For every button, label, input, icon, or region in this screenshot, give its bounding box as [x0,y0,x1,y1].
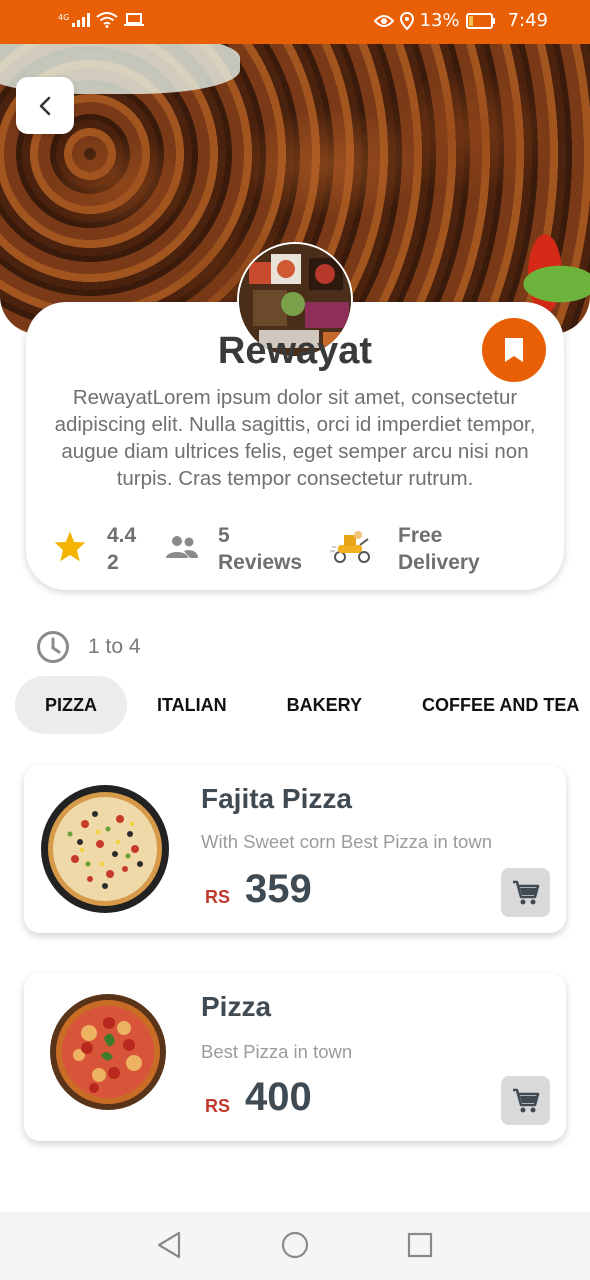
system-nav-bar [0,1212,590,1280]
product-name: Pizza [201,991,272,1022]
laptop-icon [124,13,145,26]
status-bar: 4G 13% 7:49 [0,0,590,44]
add-to-cart-button[interactable] [501,868,550,917]
status-right: 13% 7:49 [373,10,548,31]
battery-icon [465,12,495,29]
back-button[interactable] [16,77,74,134]
rating-value: 4.4 2 [107,524,137,574]
add-to-cart-button[interactable] [501,1076,550,1125]
tab-bakery[interactable]: BAKERY [257,676,392,734]
restaurant-name: Rewayat [217,330,373,372]
nav-back-icon[interactable] [156,1230,182,1260]
category-tabs: PIZZA ITALIAN BAKERY COFFEE AND TEA [15,676,579,734]
battery-percent: 13% [419,10,460,31]
status-left: 4G [58,12,145,28]
timing-row: 1 to 4 [36,630,141,664]
product-description: With Sweet corn Best Pizza in town [201,831,492,852]
tab-coffee-and-tea[interactable]: COFFEE AND TEA [392,676,579,734]
delivery-info: Free Delivery [398,524,480,574]
cart-icon [512,880,539,904]
product-currency: RS [205,1096,231,1116]
restaurant-description: RewayatLorem ipsum dolor sit amet, conse… [54,386,536,490]
location-icon [399,11,414,30]
clock-time: 7:49 [507,10,548,31]
cart-icon [512,1088,539,1112]
fajita-pizza-image [41,785,169,913]
timing-text: 1 to 4 [88,635,141,658]
product-price: 400 [245,1075,312,1119]
delivery-scooter-icon [330,531,370,563]
tab-pizza[interactable]: PIZZA [15,676,127,734]
product-card[interactable]: Pizza Best Pizza in town RS 400 [24,973,566,1141]
product-description: Best Pizza in town [201,1041,353,1062]
nav-recents-icon[interactable] [407,1232,433,1258]
product-name: Fajita Pizza [201,783,352,814]
product-price: 359 [245,867,312,911]
pizza-image [50,994,166,1110]
star-icon [54,531,86,562]
nav-home-icon[interactable] [281,1231,309,1259]
people-icon [166,536,198,558]
wifi-icon [96,12,118,28]
network-type: 4G [58,13,70,22]
tab-italian[interactable]: ITALIAN [127,676,257,734]
product-currency: RS [205,887,231,907]
clock-icon [37,631,69,663]
product-card[interactable]: Fajita Pizza With Sweet corn Best Pizza … [24,765,566,933]
signal-icon: 4G [58,13,91,27]
eye-icon [373,14,394,27]
back-icon [39,96,51,115]
reviews-count: 5 Reviews [218,524,303,574]
